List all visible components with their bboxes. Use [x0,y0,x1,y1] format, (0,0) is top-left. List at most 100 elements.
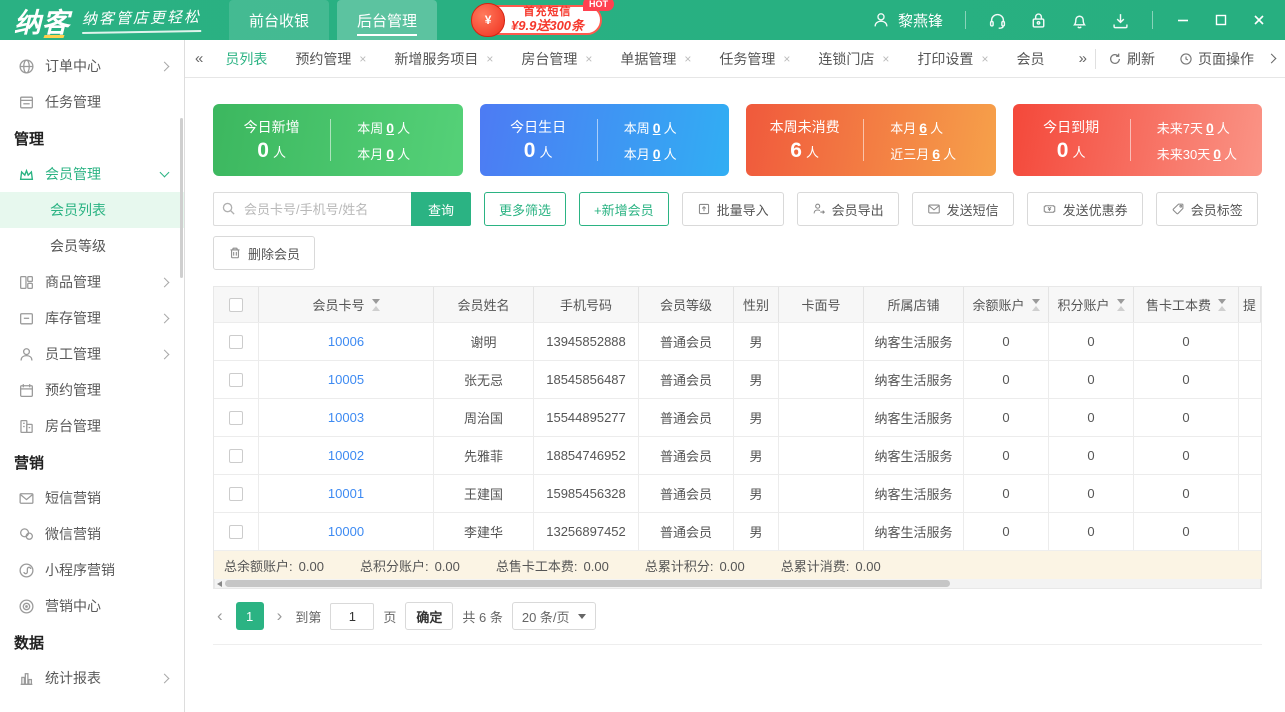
send-coupon-button[interactable]: 发送优惠券 [1027,192,1143,226]
delete-member-button[interactable]: 删除会员 [213,236,315,270]
tab-close-icon[interactable]: × [783,52,790,66]
tab-new-service-item[interactable]: 新增服务项目× [380,40,507,77]
sidebar-item-staff-mgmt[interactable]: 员工管理 [0,336,184,372]
col-points[interactable]: 积分账户 [1049,287,1134,322]
refresh-button[interactable]: 刷新 [1096,49,1167,69]
tab-close-icon[interactable]: × [486,52,493,66]
user-menu[interactable]: 黎燕锋 [872,10,943,31]
maximize-button[interactable] [1213,12,1229,28]
tab-close-icon[interactable]: × [684,52,691,66]
nav-front-desk[interactable]: 前台收银 [229,0,329,40]
sort-icon[interactable] [1117,299,1125,311]
sidebar-item-goods-mgmt[interactable]: 商品管理 [0,264,184,300]
stat-row-value[interactable]: 6 [932,146,940,162]
sort-icon[interactable] [1032,299,1040,311]
sidebar-item-task-mgmt[interactable]: 任务管理 [0,84,184,120]
sidebar-item-report[interactable]: 统计报表 [0,660,184,696]
add-member-button[interactable]: +新增会员 [579,192,669,226]
promo-banner[interactable]: ¥ 首充短信 ¥9.9送300条 HOT [475,5,602,35]
stat-row-value[interactable]: 0 [386,146,394,162]
tab-scroll-left-icon[interactable]: « [185,50,211,67]
confirm-button[interactable]: 确定 [405,602,453,630]
stat-row-value[interactable]: 0 [1213,146,1221,162]
table-row[interactable]: 10001 王建国 15985456328 普通会员 男 纳客生活服务 0 0 … [214,474,1261,512]
stat-card-expire-today[interactable]: 今日到期 0人 未来7天0人 未来30天0人 [1013,104,1263,176]
stat-row-value[interactable]: 0 [386,120,394,136]
sidebar-item-inventory-mgmt[interactable]: 库存管理 [0,300,184,336]
tab-room-mgmt[interactable]: 房台管理× [507,40,606,77]
table-row[interactable]: 10005 张无忌 18545856487 普通会员 男 纳客生活服务 0 0 … [214,360,1261,398]
tab-close-icon[interactable]: × [981,52,988,66]
row-checkbox[interactable] [229,411,243,425]
col-card-fee[interactable]: 售卡工本费 [1134,287,1239,322]
stat-card-no-spend-week[interactable]: 本周未消费 6人 本月6人 近三月6人 [746,104,996,176]
goto-page-input[interactable] [330,603,374,630]
stat-row-value[interactable]: 0 [1206,120,1214,136]
page-ops-button[interactable]: 页面操作 [1167,49,1266,69]
table-row[interactable]: 10003 周治国 15544895277 普通会员 男 纳客生活服务 0 0 … [214,398,1261,436]
batch-import-button[interactable]: 批量导入 [682,192,784,226]
bell-icon[interactable] [1070,11,1089,30]
page-size-select[interactable]: 20 条/页 [512,602,596,630]
select-all-checkbox[interactable] [229,298,243,312]
scrollbar-thumb[interactable] [225,580,950,587]
member-card-link[interactable]: 10001 [328,486,364,501]
sidebar-item-member-mgmt[interactable]: 会员管理 [0,156,184,192]
prev-page-button[interactable]: ‹ [213,606,227,626]
search-input[interactable] [213,192,411,226]
stat-row-value[interactable]: 0 [653,146,661,162]
stat-row-value[interactable]: 6 [919,120,927,136]
tab-close-icon[interactable]: × [359,52,366,66]
tab-booking-mgmt[interactable]: 预约管理× [281,40,380,77]
row-checkbox[interactable] [229,487,243,501]
tab-close-icon[interactable]: × [585,52,592,66]
sort-icon[interactable] [372,299,380,311]
tab-chain-store[interactable]: 连锁门店× [804,40,903,77]
sidebar-item-sms-marketing[interactable]: 短信营销 [0,480,184,516]
more-filters-button[interactable]: 更多筛选 [484,192,566,226]
member-card-link[interactable]: 10002 [328,448,364,463]
member-card-link[interactable]: 10000 [328,524,364,539]
download-icon[interactable] [1111,11,1130,30]
row-checkbox[interactable] [229,335,243,349]
row-checkbox[interactable] [229,525,243,539]
row-checkbox[interactable] [229,373,243,387]
minimize-button[interactable] [1175,12,1191,28]
table-row[interactable]: 10006 谢明 13945852888 普通会员 男 纳客生活服务 0 0 0 [214,322,1261,360]
member-card-link[interactable]: 10006 [328,334,364,349]
query-button[interactable]: 查询 [411,192,471,226]
send-sms-button[interactable]: 发送短信 [912,192,1014,226]
member-card-link[interactable]: 10005 [328,372,364,387]
headset-icon[interactable] [988,11,1007,30]
tab-scroll-right-icon[interactable]: » [1069,50,1095,67]
member-tag-button[interactable]: 会员标签 [1156,192,1258,226]
stat-card-new-today[interactable]: 今日新增 0人 本周0人 本月0人 [213,104,463,176]
tab-task-mgmt[interactable]: 任务管理× [705,40,804,77]
sidebar-scrollbar[interactable] [180,118,183,278]
sidebar-item-member-level[interactable]: 会员等级 [0,228,184,264]
sidebar-item-member-list[interactable]: 会员列表 [0,192,184,228]
sidebar-item-wechat-marketing[interactable]: 微信营销 [0,516,184,552]
lock-icon[interactable] [1029,11,1048,30]
tab-print-settings[interactable]: 打印设置× [903,40,1002,77]
table-row[interactable]: 10000 李建华 13256897452 普通会员 男 纳客生活服务 0 0 … [214,512,1261,550]
row-checkbox[interactable] [229,449,243,463]
next-page-button[interactable]: › [273,606,287,626]
tab-member-list[interactable]: 员列表 [211,40,281,77]
tab-member-truncated[interactable]: 会员 [1002,40,1052,77]
table-row[interactable]: 10002 先雅菲 18854746952 普通会员 男 纳客生活服务 0 0 … [214,436,1261,474]
stat-card-birthday-today[interactable]: 今日生日 0人 本周0人 本月0人 [480,104,730,176]
page-ops-expand-icon[interactable] [1267,54,1277,64]
nav-back-office[interactable]: 后台管理 [337,0,437,40]
sort-icon[interactable] [1218,299,1226,311]
sidebar-item-order-center[interactable]: 订单中心 [0,48,184,84]
sidebar-item-marketing-center[interactable]: 营销中心 [0,588,184,624]
col-balance[interactable]: 余额账户 [964,287,1049,322]
stat-row-value[interactable]: 0 [653,120,661,136]
sidebar-item-miniprogram-marketing[interactable]: 小程序营销 [0,552,184,588]
close-button[interactable] [1251,12,1267,28]
scroll-left-arrow-icon[interactable] [217,581,222,587]
sidebar-item-booking-mgmt[interactable]: 预约管理 [0,372,184,408]
page-number-button[interactable]: 1 [236,602,264,630]
member-card-link[interactable]: 10003 [328,410,364,425]
